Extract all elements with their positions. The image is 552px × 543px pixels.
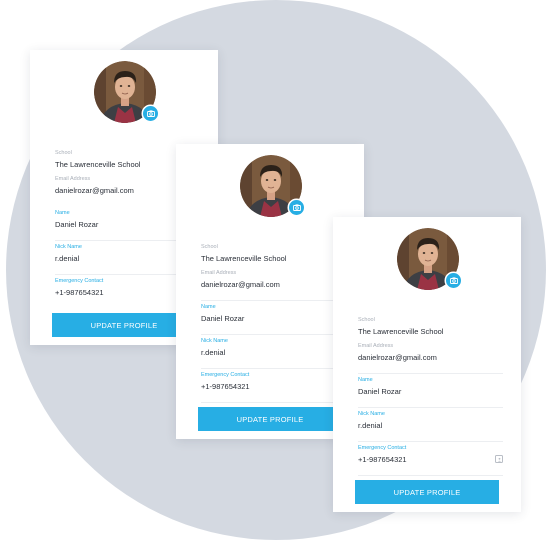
contact-book-icon[interactable] [495,455,503,463]
update-profile-button[interactable]: UPDATE PROFILE [198,407,342,431]
emergency-contact-value: +1-987654321 [201,382,250,391]
nick-name-label: Nick Name [201,338,228,344]
name-value: Daniel Rozar [358,387,402,396]
email-field[interactable]: Email Address danielrozar@gmail.com [201,267,346,301]
nick-name-value: r.denial [55,254,80,263]
school-label: School [201,244,218,250]
change-photo-button[interactable] [446,273,461,288]
name-label: Name [358,377,373,383]
nick-name-field[interactable]: Nick Name r.denial [358,408,503,442]
email-value: danielrozar@gmail.com [201,280,280,289]
school-label: School [358,317,375,323]
email-label: Email Address [55,176,91,182]
camera-icon [292,204,301,211]
camera-icon [146,110,155,117]
nick-name-label: Nick Name [358,411,385,417]
emergency-contact-value: +1-987654321 [55,288,104,297]
nick-name-field[interactable]: Nick Name r.denial [201,335,346,369]
emergency-contact-label: Emergency Contact [55,278,104,284]
name-field[interactable]: Name Daniel Rozar [201,301,346,335]
avatar-container [94,61,158,123]
contact-glyph-icon [497,457,501,462]
avatar-container [397,228,461,290]
emergency-contact-field[interactable]: Emergency Contact +1-987654321 [358,442,503,476]
email-field[interactable]: Email Address danielrozar@gmail.com [358,340,503,374]
school-value: The Lawrenceville School [201,254,287,263]
school-label: School [55,150,72,156]
nick-name-value: r.denial [358,421,383,430]
email-label: Email Address [201,270,237,276]
profile-card-front: School The Lawrenceville School Email Ad… [333,217,521,512]
school-value: The Lawrenceville School [55,160,141,169]
camera-icon [449,277,458,284]
name-field[interactable]: Name Daniel Rozar [358,374,503,408]
profile-fields: School The Lawrenceville School Email Ad… [358,314,503,476]
nick-name-label: Nick Name [55,244,82,250]
change-photo-button[interactable] [289,200,304,215]
school-value: The Lawrenceville School [358,327,444,336]
emergency-contact-field[interactable]: Emergency Contact +1-987654321 [201,369,346,403]
update-profile-button[interactable]: UPDATE PROFILE [52,313,196,337]
emergency-contact-value: +1-987654321 [358,455,407,464]
nick-name-value: r.denial [201,348,226,357]
email-value: danielrozar@gmail.com [55,186,134,195]
name-label: Name [201,304,216,310]
email-label: Email Address [358,343,394,349]
name-value: Daniel Rozar [55,220,99,229]
showcase-stage: School The Lawrenceville School Email Ad… [0,0,552,543]
change-photo-button[interactable] [143,106,158,121]
update-profile-button[interactable]: UPDATE PROFILE [355,480,499,504]
name-value: Daniel Rozar [201,314,245,323]
emergency-contact-label: Emergency Contact [201,372,250,378]
email-value: danielrozar@gmail.com [358,353,437,362]
profile-fields: School The Lawrenceville School Email Ad… [201,241,346,403]
name-label: Name [55,210,70,216]
avatar-container [240,155,304,217]
emergency-contact-label: Emergency Contact [358,445,407,451]
